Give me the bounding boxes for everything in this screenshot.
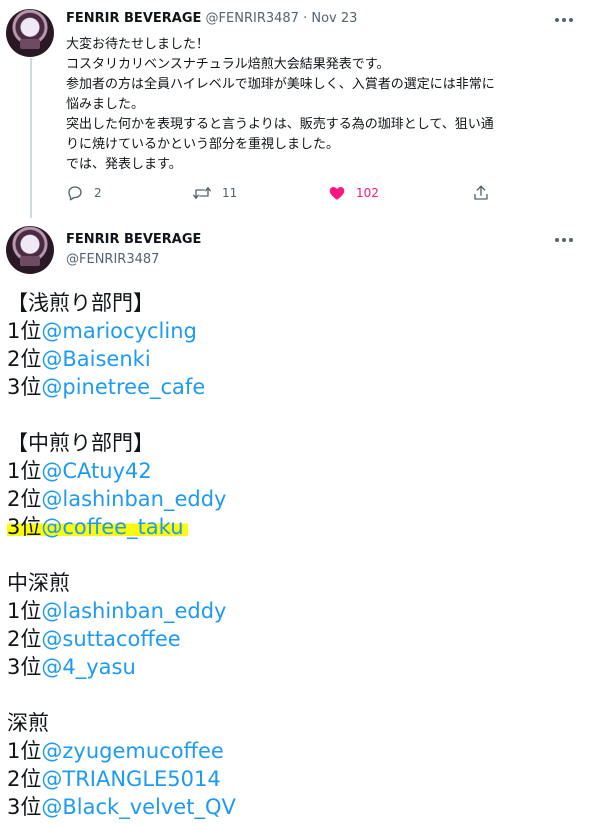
mention-link[interactable]: @4_yasu: [41, 655, 135, 679]
more-dot-icon: [569, 18, 573, 22]
rank: 2位: [7, 347, 42, 371]
result-line: 1位@zyugemucoffee: [7, 737, 582, 765]
rank: 3位: [7, 795, 42, 819]
handle[interactable]: @FENRIR3487: [206, 11, 299, 26]
tweet-header: FENRIR BEVERAGE @FENRIR3487 · Nov 23: [66, 11, 357, 26]
mention-link[interactable]: @lashinban_eddy: [41, 599, 226, 623]
tweet-text-line: 大変お待たせしました！: [66, 37, 210, 52]
section-title: 深煎: [7, 711, 49, 735]
section-title: 【浅煎り部門】: [7, 291, 154, 315]
result-line: 2位@suttacoffee: [7, 625, 582, 653]
result-line: 1位@CAtuy42: [7, 457, 582, 485]
results-text: 【浅煎り部門】 1位@mariocycling 2位@Baisenki 3位@p…: [7, 289, 582, 821]
tweet-actions: 2 11 102: [66, 184, 506, 204]
retweet-count: 11: [222, 186, 238, 200]
rank: 3位: [7, 515, 42, 539]
rank: 1位: [7, 319, 42, 343]
result-line: 2位@TRIANGLE5014: [7, 765, 582, 793]
result-line: 2位@lashinban_eddy: [7, 485, 582, 513]
tweet-date[interactable]: Nov 23: [311, 11, 357, 26]
tweet-text-line: りに焼けているかという部分を重視しました。: [66, 137, 340, 152]
rank: 1位: [7, 599, 42, 623]
result-line: 3位@pinetree_cafe: [7, 373, 582, 401]
reply-button[interactable]: 2: [66, 184, 102, 202]
result-line: 3位@Black_velvet_QV: [7, 793, 582, 821]
highlighted-result: 3位@coffee_taku: [7, 515, 188, 539]
rank: 2位: [7, 627, 42, 651]
tweet-text-line: 突出した何かを表現すると言うよりは、販売する為の珈琲として、狙い通: [66, 117, 494, 132]
more-dot-icon: [562, 238, 566, 242]
like-count: 102: [356, 186, 379, 200]
mention-link[interactable]: @mariocycling: [41, 319, 196, 343]
mention-link[interactable]: @pinetree_cafe: [41, 375, 205, 399]
avatar[interactable]: [6, 9, 54, 57]
mention-link[interactable]: @Black_velvet_QV: [41, 795, 235, 819]
rank: 2位: [7, 487, 42, 511]
tweet-text: 大変お待たせしました！ コスタリカリベンスナチュラル焙煎大会結果発表です。 参加…: [66, 35, 571, 175]
mention-link[interactable]: @CAtuy42: [41, 459, 151, 483]
mention-link[interactable]: @suttacoffee: [41, 627, 180, 651]
result-line: 3位@coffee_taku: [7, 513, 582, 541]
mention-link[interactable]: @Baisenki: [41, 347, 150, 371]
tweet-text-line: 悩みました。: [66, 97, 145, 112]
reply-icon: [68, 186, 82, 201]
like-button[interactable]: 102: [328, 184, 379, 202]
display-name[interactable]: FENRIR BEVERAGE: [66, 232, 201, 247]
result-line: 1位@mariocycling: [7, 317, 582, 345]
handle[interactable]: @FENRIR3487: [66, 252, 159, 267]
rank: 3位: [7, 375, 42, 399]
tweet-text-line: 参加者の方は全員ハイレベルで珈琲が美味しく、入賞者の選定には非常に: [66, 77, 495, 92]
avatar[interactable]: [6, 226, 54, 274]
mention-link[interactable]: @lashinban_eddy: [41, 487, 226, 511]
result-line: 2位@Baisenki: [7, 345, 582, 373]
retweet-button[interactable]: 11: [192, 184, 237, 202]
more-options-button[interactable]: [555, 17, 573, 23]
rank: 3位: [7, 655, 42, 679]
rank: 2位: [7, 767, 42, 791]
thread-line: [30, 58, 32, 218]
share-button[interactable]: [472, 184, 490, 202]
rank: 1位: [7, 459, 42, 483]
section-title: 【中煎り部門】: [7, 431, 154, 455]
more-options-button[interactable]: [555, 237, 573, 243]
share-icon: [474, 185, 488, 200]
mention-link[interactable]: @TRIANGLE5014: [41, 767, 220, 791]
mention-link[interactable]: @coffee_taku: [41, 515, 183, 539]
retweet-icon: [193, 187, 211, 199]
more-dot-icon: [555, 238, 559, 242]
rank: 1位: [7, 739, 42, 763]
display-name[interactable]: FENRIR BEVERAGE: [66, 11, 201, 26]
result-line: 1位@lashinban_eddy: [7, 597, 582, 625]
reply-count: 2: [94, 186, 102, 200]
more-dot-icon: [569, 238, 573, 242]
more-dot-icon: [562, 18, 566, 22]
tweet-text-line: では、発表します。: [66, 157, 182, 172]
heart-icon: [329, 187, 345, 200]
separator: ·: [303, 11, 308, 26]
result-line: 3位@4_yasu: [7, 653, 582, 681]
section-title: 中深煎: [7, 571, 70, 595]
tweet-text-line: コスタリカリベンスナチュラル焙煎大会結果発表です。: [66, 57, 390, 72]
mention-link[interactable]: @zyugemucoffee: [41, 739, 223, 763]
more-dot-icon: [555, 18, 559, 22]
